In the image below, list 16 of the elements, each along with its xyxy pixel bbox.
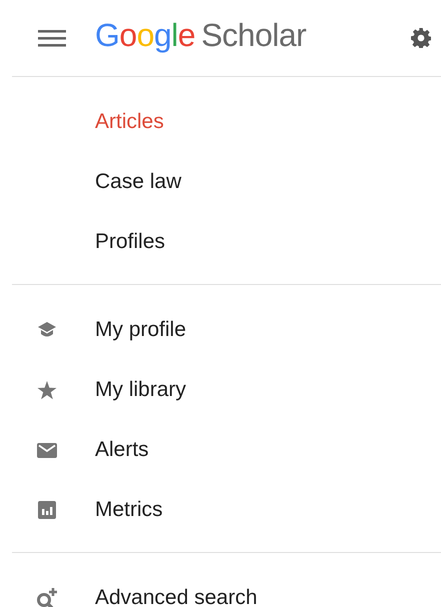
nav-link[interactable]: My library (95, 378, 186, 402)
bar-chart-icon (38, 501, 56, 519)
nav-link[interactable]: My profile (95, 318, 186, 342)
nav-tab[interactable]: Profiles (95, 230, 166, 254)
logo[interactable]: Google Scholar (95, 16, 306, 54)
settings-button[interactable] (411, 28, 431, 48)
nav-link[interactable]: Metrics (95, 498, 163, 522)
menu-button[interactable] (38, 28, 66, 48)
envelope-icon (36, 442, 56, 458)
nav-tab[interactable]: Articles (95, 110, 164, 134)
nav-tab[interactable]: Case law (95, 170, 182, 194)
nav-link[interactable]: Advanced search (95, 586, 258, 607)
nav-link[interactable]: Alerts (95, 438, 149, 462)
star-icon (36, 380, 56, 400)
mortarboard-icon (36, 321, 56, 339)
search-plus-icon (36, 587, 58, 607)
